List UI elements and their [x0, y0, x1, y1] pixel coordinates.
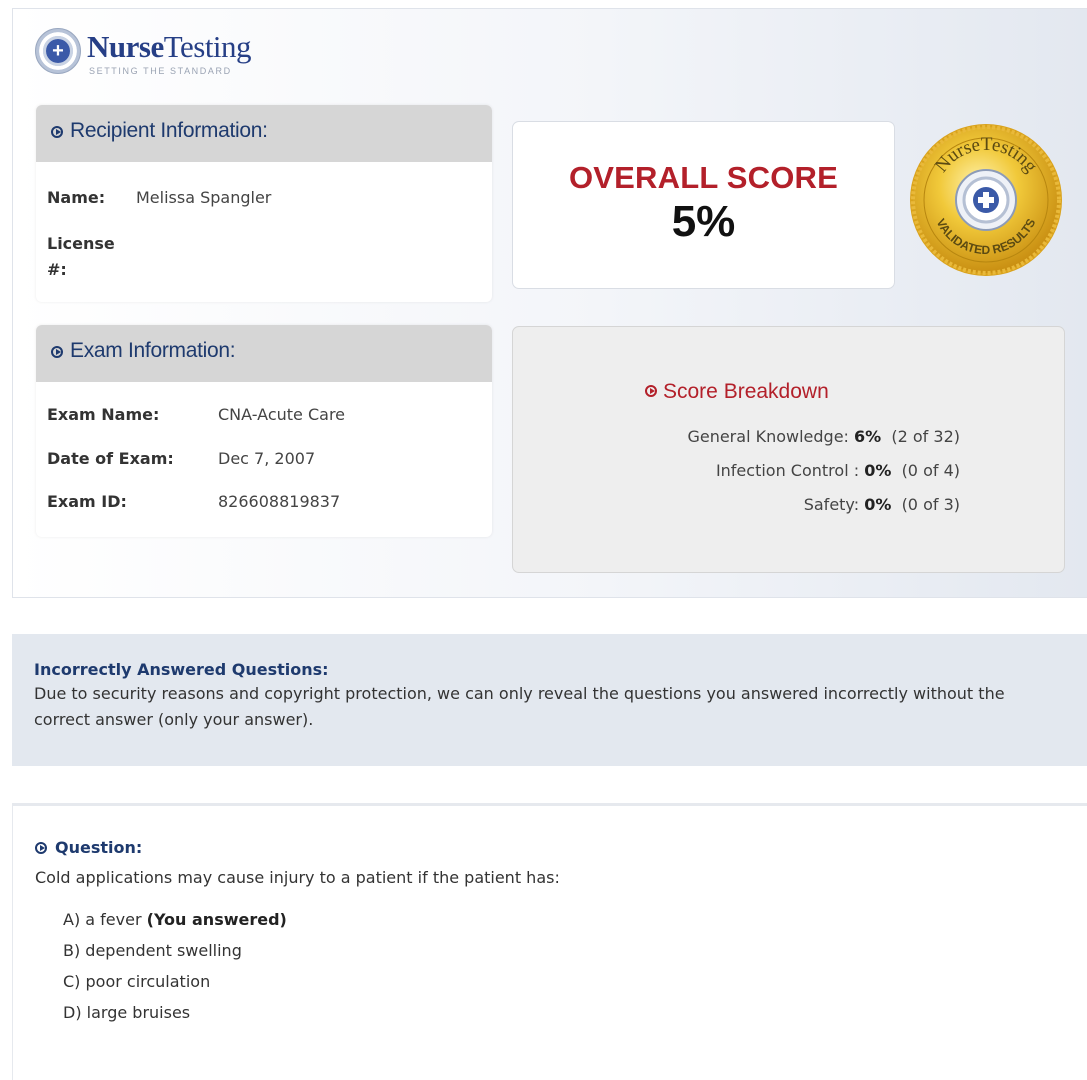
- logo-cross-icon: +: [35, 28, 81, 74]
- license-label: License #:: [47, 234, 115, 279]
- section-bullet-icon: [645, 385, 657, 397]
- breakdown-row-general-knowledge: General Knowledge: 6% (2 of 32): [687, 427, 960, 446]
- logo-tagline: SETTING THE STANDARD: [89, 66, 232, 76]
- notice-text: Due to security reasons and copyright pr…: [34, 684, 1005, 729]
- breakdown-row-safety: Safety: 0% (0 of 3): [803, 495, 960, 514]
- section-bullet-icon: [51, 346, 63, 358]
- score-breakdown-title: Score Breakdown: [645, 380, 829, 404]
- recipient-info-title: Recipient Information:: [70, 119, 268, 142]
- overall-score-label: OVERALL SCORE: [568, 160, 838, 195]
- overall-score-value: 5%: [671, 197, 736, 246]
- recipient-info-card: Recipient Information: Name: Melissa Spa…: [36, 105, 492, 302]
- section-bullet-icon: [35, 842, 47, 854]
- logo-wordmark: NurseTesting: [87, 29, 252, 64]
- recipient-info-header: Recipient Information:: [36, 105, 492, 162]
- exam-info-title: Exam Information:: [70, 339, 236, 362]
- overall-score-box: OVERALL SCORE 5%: [512, 121, 895, 289]
- answer-choice-d: D) large bruises: [63, 1003, 191, 1022]
- section-bullet-icon: [51, 126, 63, 138]
- score-breakdown-box: Score Breakdown General Knowledge: 6% (2…: [512, 326, 1065, 573]
- notice-title: Incorrectly Answered Questions:: [34, 660, 329, 679]
- answer-choices: A) a fever (You answered) B) dependent s…: [35, 908, 1065, 1032]
- validated-results-seal-icon: NurseTesting VALIDATED RESULTS: [910, 124, 1062, 276]
- answer-choice-b: B) dependent swelling: [63, 941, 242, 960]
- exam-id-value: 826608819837: [218, 492, 341, 511]
- answer-choice-a: A) a fever (You answered): [63, 910, 287, 929]
- exam-id-label: Exam ID:: [47, 492, 127, 511]
- exam-date-label: Date of Exam:: [47, 449, 174, 468]
- question-label: Question:: [35, 838, 1065, 862]
- answer-choice-c: C) poor circulation: [63, 972, 211, 991]
- breakdown-row-infection-control: Infection Control : 0% (0 of 4): [715, 461, 960, 480]
- exam-name-value: CNA-Acute Care: [218, 405, 346, 424]
- exam-date-value: Dec 7, 2007: [218, 449, 316, 468]
- question-panel: Question: Cold applications may cause in…: [12, 803, 1087, 1080]
- name-label: Name:: [47, 188, 106, 207]
- incorrect-answers-notice: Incorrectly Answered Questions: Due to s…: [12, 634, 1087, 766]
- you-answered-marker: (You answered): [146, 910, 287, 929]
- question-text: Cold applications may cause injury to a …: [35, 868, 560, 887]
- name-value: Melissa Spangler: [136, 188, 272, 207]
- exam-info-header: Exam Information:: [36, 325, 492, 382]
- exam-info-card: Exam Information: Exam Name: CNA-Acute C…: [36, 325, 492, 537]
- exam-name-label: Exam Name:: [47, 405, 160, 424]
